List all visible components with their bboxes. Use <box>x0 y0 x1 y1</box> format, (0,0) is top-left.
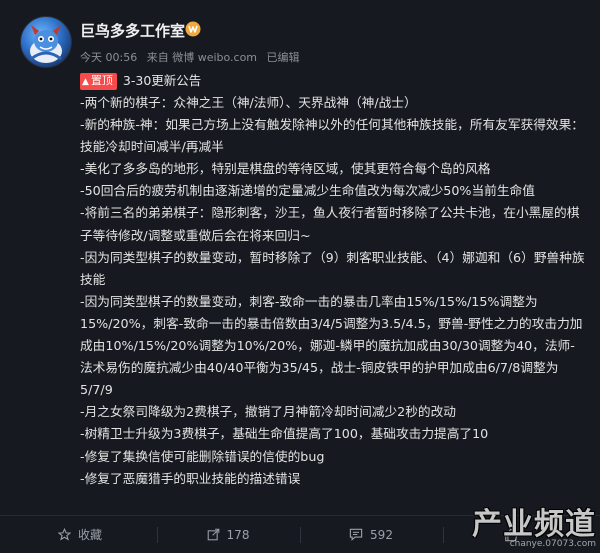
avatar[interactable] <box>20 16 72 68</box>
pinned-title-row: ▲ 置顶 3-30更新公告 <box>80 70 201 90</box>
post-body: -两个新的棋子：众神之王（神/法师）、天界战神（神/战士） -新的种族-神：如果… <box>80 92 585 490</box>
post-line: -因为同类型棋子的数量变动，暂时移除了（9）刺客职业技能、（4）娜迦和（6）野兽… <box>80 249 585 287</box>
post-line: -50回合后的疲劳机制由逐渐递增的定量减少生命值改为每次减少50%当前生命值 <box>80 183 535 199</box>
weibo-post-card: 巨鸟多多工作室 今天 00:56 来自 微博 weibo.com 已编辑 ▲ 置顶… <box>0 0 600 553</box>
edited-label[interactable]: 已编辑 <box>267 51 300 64</box>
post-line: -月之女祭司降级为2费棋子，撤销了月神箭冷却时间减少2秒的改动 <box>80 404 456 420</box>
verified-vip-icon[interactable] <box>185 21 201 37</box>
share-button[interactable]: 178 <box>158 516 298 553</box>
pin-badge-label: 置顶 <box>90 74 113 87</box>
pin-badge: ▲ 置顶 <box>80 73 117 90</box>
post-source[interactable]: 来自 微博 weibo.com <box>147 51 257 64</box>
username[interactable]: 巨鸟多多工作室 <box>80 20 185 41</box>
post-line: -修复了集换信使可能删除错误的信使的bug <box>80 448 325 464</box>
comment-count: 592 <box>370 527 393 542</box>
site-watermark: 产业频道 chanye.07073.com <box>472 507 596 550</box>
post-line: -修复了恶魔猎手的职业技能的描述错误 <box>80 470 301 486</box>
comment-button[interactable]: 592 <box>301 516 441 553</box>
post-line: -将前三名的弟弟棋子：隐形刺客，沙王，鱼人夜行者暂时移除了公共卡池，在小黑屋的棋… <box>80 205 580 243</box>
share-icon <box>207 528 220 541</box>
pin-icon: ▲ <box>82 77 89 87</box>
post-line: -美化了多多岛的地形，特别是棋盘的等待区域，使其更符合每个岛的风格 <box>80 161 491 177</box>
comment-icon <box>349 528 363 541</box>
post-line: -树精卫士升级为3费棋子，基础生命值提高了100，基础攻击力提高了10 <box>80 426 489 442</box>
watermark-title: 产业频道 <box>472 507 596 542</box>
post-meta: 今天 00:56 来自 微博 weibo.com 已编辑 <box>80 49 306 65</box>
post-time[interactable]: 今天 00:56 <box>80 51 137 64</box>
share-count: 178 <box>226 527 250 542</box>
dragon-avatar-icon <box>30 25 62 63</box>
post-line: -两个新的棋子：众神之王（神/法师）、天界战神（神/战士） <box>80 95 417 110</box>
post-line: -因为同类型棋子的数量变动，刺客-致命一击的暴击几率由15%/15%/15%调整… <box>80 293 583 398</box>
star-icon <box>57 528 71 541</box>
post-line: -新的种族-神：如果己方场上没有触发除神以外的任何其他种族技能，所有友军获得效果… <box>80 117 584 155</box>
favorite-label: 收藏 <box>77 528 102 542</box>
favorite-button[interactable]: 收藏 <box>10 516 150 553</box>
post-title: 3-30更新公告 <box>122 73 202 88</box>
